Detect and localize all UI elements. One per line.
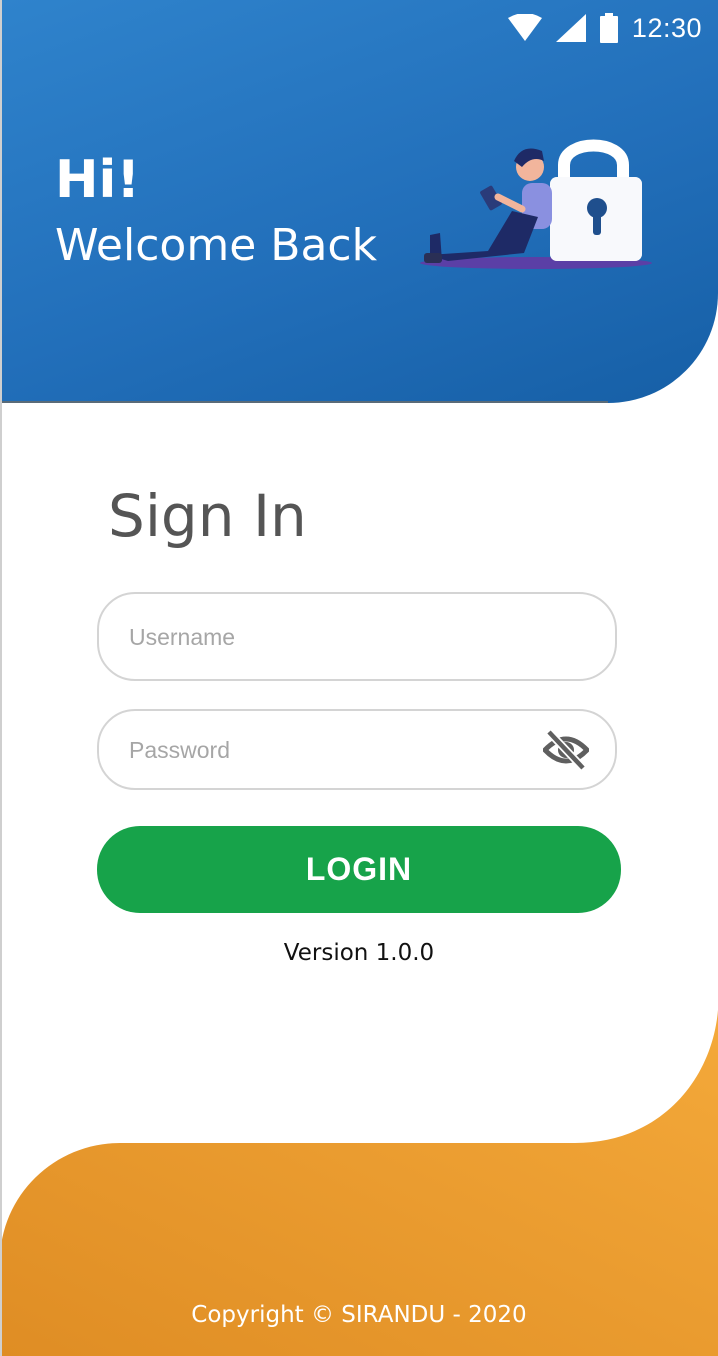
username-input[interactable] [127, 594, 531, 681]
screen-border [0, 0, 2, 1356]
greeting-text: Hi! [55, 150, 141, 210]
copyright-text: Copyright © SIRANDU - 2020 [191, 1302, 527, 1328]
battery-icon [599, 13, 618, 43]
password-field[interactable] [97, 709, 617, 790]
welcome-back-text: Welcome Back [55, 220, 378, 271]
eye-off-icon[interactable] [543, 729, 589, 770]
username-field[interactable] [97, 592, 617, 681]
status-bar: 12:30 [507, 10, 702, 46]
status-time: 12:30 [631, 12, 702, 43]
header-divider [2, 401, 608, 403]
wifi-icon [507, 14, 542, 41]
version-text: Version 1.0.0 [283, 940, 435, 966]
app-screen: 12:30 Hi! Welcome Back Sign In Username … [0, 0, 718, 1356]
password-input[interactable] [127, 711, 531, 790]
login-button[interactable]: LOGIN [97, 826, 621, 913]
sign-in-title: Sign In [108, 482, 307, 550]
header-banner: 12:30 Hi! Welcome Back [2, 0, 718, 403]
person-with-padlock-illustration [420, 139, 652, 269]
signal-icon [555, 14, 586, 42]
